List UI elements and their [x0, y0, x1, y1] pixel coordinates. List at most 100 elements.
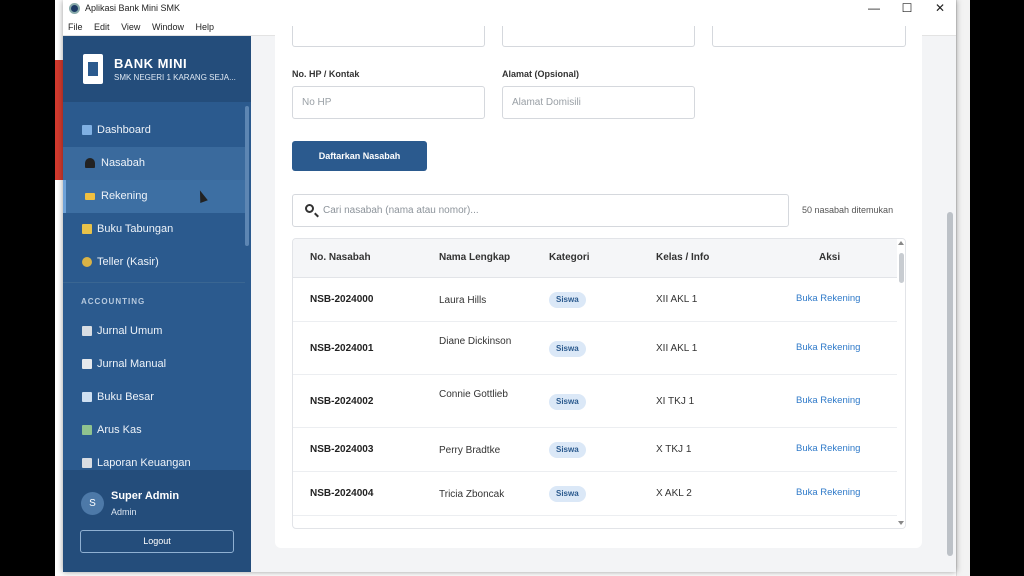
card-icon [85, 193, 95, 200]
people-icon [85, 158, 95, 168]
sidebar-item-buku-tabungan[interactable]: Buku Tabungan [63, 213, 245, 246]
category-badge: Siswa [549, 341, 586, 357]
buka-rekening-link[interactable]: Buka Rekening [796, 395, 860, 406]
buka-rekening-link[interactable]: Buka Rekening [796, 487, 860, 498]
search-input[interactable]: Cari nasabah (nama atau nomor)... [292, 194, 789, 227]
row-name: Perry Bradtke [439, 445, 501, 456]
buka-rekening-link[interactable]: Buka Rekening [796, 443, 860, 454]
row-no: NSB-2024001 [310, 343, 374, 354]
col-aksi: Aksi [819, 252, 841, 263]
brand-subtitle: SMK NEGERI 1 KARANG SEJA... [114, 73, 236, 82]
field-top-2[interactable] [502, 26, 695, 47]
menu-view[interactable]: View [121, 18, 140, 36]
report-icon [82, 458, 92, 468]
table-row: NSB-2024002 Connie Gottlieb Siswa XI TKJ… [293, 375, 897, 428]
col-no[interactable]: No. Nasabah [310, 252, 371, 263]
category-badge: Siswa [549, 394, 586, 410]
table-row: NSB-2024001 Diane Dickinson Siswa XII AK… [293, 322, 897, 375]
book-icon [82, 224, 92, 234]
window-title: Aplikasi Bank Mini SMK [85, 3, 181, 13]
sidebar-item-buku-besar[interactable]: Buku Besar [63, 381, 245, 414]
result-count: 50 nasabah ditemukan [802, 205, 894, 215]
scroll-down-icon[interactable] [898, 521, 904, 525]
category-badge: Siswa [549, 292, 586, 308]
col-kelas[interactable]: Kelas / Info [656, 252, 709, 263]
background-right-panel [956, 0, 970, 576]
main-scroll-thumb[interactable] [947, 212, 953, 556]
page-icon [82, 359, 92, 369]
sidebar-item-jurnal-umum[interactable]: Jurnal Umum [63, 315, 245, 348]
sidebar-item-arus-kas[interactable]: Arus Kas [63, 414, 245, 447]
buka-rekening-link[interactable]: Buka Rekening [796, 293, 860, 304]
menu-edit[interactable]: Edit [94, 18, 110, 36]
table-row: NSB-2024003 Perry Bradtke Siswa X TKJ 1 … [293, 428, 897, 472]
sidebar-divider [63, 282, 245, 283]
user-panel: S Super Admin Admin Logout [63, 470, 251, 572]
row-no: NSB-2024003 [310, 444, 374, 455]
sidebar-item-teller[interactable]: Teller (Kasir) [63, 246, 245, 279]
row-kelas: XII AKL 1 [656, 343, 698, 354]
row-name: Tricia Zboncak [439, 489, 505, 500]
row-name: Laura Hills [439, 295, 487, 306]
row-name: Diane Dickinson [439, 336, 512, 347]
brand-header: BANK MINI SMK NEGERI 1 KARANG SEJA... [63, 36, 251, 102]
app-window: Aplikasi Bank Mini SMK — ☐ ✕ File Edit V… [63, 0, 956, 572]
close-icon[interactable]: ✕ [923, 0, 956, 18]
menu-file[interactable]: File [68, 18, 83, 36]
hp-label: No. HP / Kontak [292, 69, 360, 79]
menu-help[interactable]: Help [195, 18, 214, 36]
avatar: S [81, 492, 104, 515]
col-nama[interactable]: Nama Lengkap [439, 252, 510, 263]
logout-button[interactable]: Logout [80, 530, 234, 553]
title-bar: Aplikasi Bank Mini SMK — ☐ ✕ [63, 0, 956, 18]
cash-icon [82, 425, 92, 435]
hp-input[interactable]: No HP [292, 86, 485, 119]
table-scroll-thumb[interactable] [899, 253, 904, 283]
sidebar-item-rekening[interactable]: Rekening [63, 180, 245, 213]
row-kelas: XI TKJ 1 [656, 396, 695, 407]
left-letterbox [0, 0, 55, 576]
app-icon [69, 3, 80, 14]
nasabah-card: No. HP / Kontak No HP Alamat (Opsional) … [275, 26, 922, 548]
sidebar-item-jurnal-manual[interactable]: Jurnal Manual [63, 348, 245, 381]
main-scrollbar[interactable] [944, 36, 956, 572]
background-red-strip [55, 60, 63, 180]
table-scrollbar[interactable] [897, 239, 905, 528]
row-kelas: X AKL 2 [656, 488, 692, 499]
sidebar-item-dashboard[interactable]: Dashboard [63, 114, 245, 147]
main-content: No. HP / Kontak No HP Alamat (Opsional) … [251, 26, 956, 572]
user-name: Super Admin [111, 490, 180, 502]
table-header: No. Nasabah Nama Lengkap Kategori Kelas … [293, 239, 897, 278]
field-top-1[interactable] [292, 26, 485, 47]
bank-logo-icon [83, 54, 103, 84]
minimize-icon[interactable]: — [857, 0, 891, 18]
user-role: Admin [111, 507, 137, 517]
brand-name: BANK MINI [114, 56, 188, 71]
sidebar: BANK MINI SMK NEGERI 1 KARANG SEJA... Da… [63, 36, 251, 572]
alamat-label: Alamat (Opsional) [502, 69, 580, 79]
col-kategori[interactable]: Kategori [549, 252, 590, 263]
maximize-icon[interactable]: ☐ [890, 0, 924, 18]
sidebar-item-nasabah[interactable]: Nasabah [63, 147, 245, 180]
sidebar-scrollbar[interactable] [245, 106, 249, 246]
category-badge: Siswa [549, 442, 586, 458]
search-icon [305, 204, 314, 213]
row-kelas: X TKJ 1 [656, 444, 692, 455]
chart-icon [82, 125, 92, 135]
row-no: NSB-2024002 [310, 396, 374, 407]
daftarkan-nasabah-button[interactable]: Daftarkan Nasabah [292, 141, 427, 171]
document-icon [82, 326, 92, 336]
row-no: NSB-2024000 [310, 294, 374, 305]
nasabah-table: No. Nasabah Nama Lengkap Kategori Kelas … [292, 238, 906, 529]
field-top-3[interactable] [712, 26, 906, 47]
ledger-icon [82, 392, 92, 402]
category-badge: Siswa [549, 486, 586, 502]
scroll-up-icon[interactable] [898, 241, 904, 245]
right-letterbox [970, 0, 1024, 576]
table-row: NSB-2024000 Laura Hills Siswa XII AKL 1 … [293, 278, 897, 322]
menu-window[interactable]: Window [152, 18, 184, 36]
buka-rekening-link[interactable]: Buka Rekening [796, 342, 860, 353]
alamat-input[interactable]: Alamat Domisili [502, 86, 695, 119]
table-row: NSB-2024004 Tricia Zboncak Siswa X AKL 2… [293, 472, 897, 516]
row-kelas: XII AKL 1 [656, 294, 698, 305]
